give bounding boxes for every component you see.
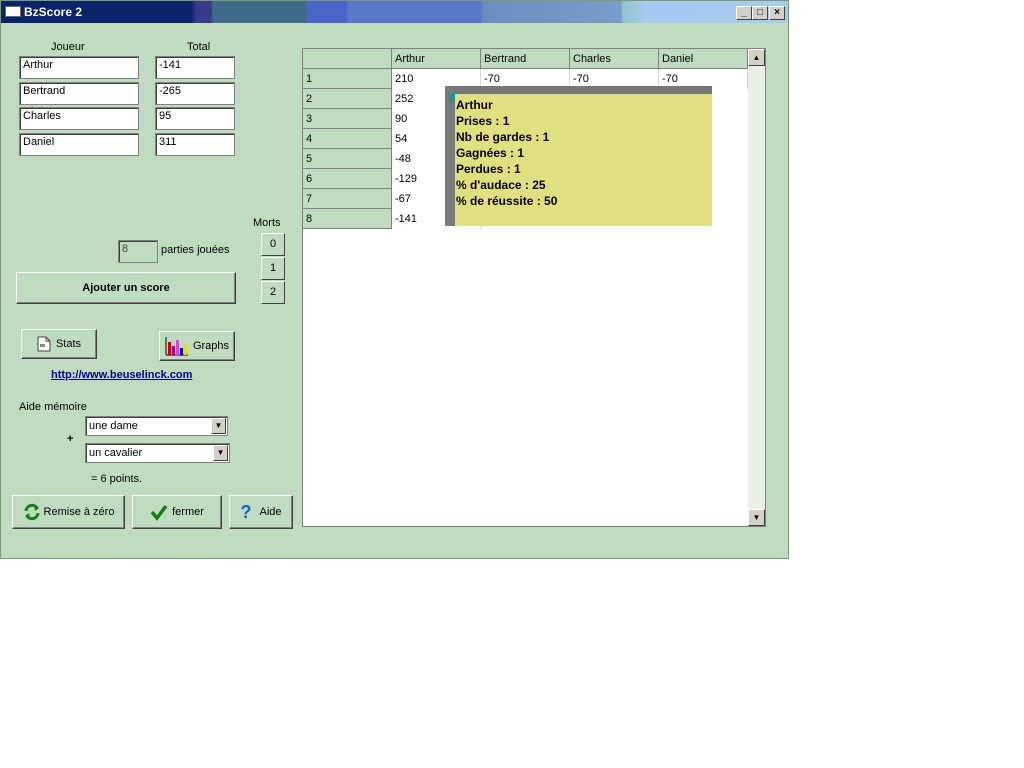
graphs-label: Graphs bbox=[192, 340, 230, 352]
minimize-button[interactable]: _ bbox=[736, 6, 752, 20]
add-score-label: Ajouter un score bbox=[82, 282, 170, 294]
row-header[interactable]: 5 bbox=[303, 149, 392, 169]
add-score-button[interactable]: Ajouter un score bbox=[16, 272, 236, 304]
maximize-button[interactable]: □ bbox=[752, 6, 768, 20]
row-header[interactable]: 6 bbox=[303, 169, 392, 189]
title-bar[interactable]: BzScore 2 _ □ × bbox=[1, 1, 788, 23]
document-icon bbox=[37, 336, 51, 352]
website-link[interactable]: http://www.beuselinck.com bbox=[51, 369, 192, 381]
tooltip-line-audace: % d'audace : 25 bbox=[456, 178, 546, 192]
window-title: BzScore 2 bbox=[24, 5, 83, 19]
player-total-field-2[interactable]: -265 bbox=[155, 82, 235, 105]
column-header-arthur[interactable]: Arthur bbox=[392, 49, 481, 69]
question-mark-icon: ? bbox=[240, 501, 252, 522]
card-select-1-value: une dame bbox=[89, 420, 138, 432]
row-header[interactable]: 7 bbox=[303, 189, 392, 209]
player-column-label: Joueur bbox=[51, 41, 85, 53]
reset-button[interactable]: Remise à zéro bbox=[12, 495, 125, 529]
plus-sign: + bbox=[67, 433, 74, 445]
tooltip-content: Arthur Prises : 1 Nb de gardes : 1 Gagné… bbox=[455, 94, 712, 226]
card-select-1[interactable]: une dame ▼ bbox=[85, 416, 228, 436]
scroll-down-icon[interactable]: ▼ bbox=[748, 509, 765, 526]
grid-corner-header bbox=[303, 49, 392, 69]
row-header[interactable]: 1 bbox=[303, 69, 392, 89]
morts-1-button[interactable]: 1 bbox=[261, 257, 285, 280]
player-total-field-1[interactable]: -141 bbox=[155, 56, 235, 79]
aide-button[interactable]: ? Aide bbox=[229, 495, 293, 529]
checkmark-icon bbox=[150, 504, 168, 521]
games-played-label: parties jouées bbox=[161, 244, 230, 256]
bzscore-window: BzScore 2 _ □ × Joueur Total Arthur -141… bbox=[0, 0, 789, 559]
player-name-field-2[interactable]: Bertrand bbox=[19, 82, 139, 105]
close-window-button[interactable]: × bbox=[769, 6, 785, 20]
vertical-scrollbar[interactable]: ▲ ▼ bbox=[748, 49, 765, 526]
tooltip-line-perdues: Perdues : 1 bbox=[456, 162, 521, 176]
tooltip-line-reussite: % de réussite : 50 bbox=[456, 194, 558, 208]
stats-button[interactable]: Stats bbox=[21, 329, 97, 359]
total-column-label: Total bbox=[187, 41, 211, 53]
player-name-field-3[interactable]: Charles bbox=[19, 107, 139, 130]
tooltip-line-gardes: Nb de gardes : 1 bbox=[456, 130, 550, 144]
aide-memoire-label: Aide mémoire bbox=[19, 401, 87, 413]
player-name-field-4[interactable]: Daniel bbox=[19, 133, 139, 156]
row-header[interactable]: 3 bbox=[303, 109, 392, 129]
player-total-field-4[interactable]: 311 bbox=[155, 133, 235, 156]
row-header[interactable]: 4 bbox=[303, 129, 392, 149]
dropdown-arrow-icon[interactable]: ▼ bbox=[213, 445, 228, 461]
aide-label: Aide bbox=[259, 506, 282, 518]
bar-chart-icon bbox=[165, 337, 188, 356]
player-name-field-1[interactable]: Arthur bbox=[19, 56, 139, 79]
points-result: = 6 points. bbox=[91, 473, 143, 485]
graphs-button[interactable]: Graphs bbox=[159, 331, 235, 361]
app-icon bbox=[5, 6, 21, 17]
card-select-2[interactable]: un cavalier ▼ bbox=[85, 443, 230, 463]
fermer-button[interactable]: fermer bbox=[132, 495, 222, 529]
column-header-charles[interactable]: Charles bbox=[570, 49, 659, 69]
tooltip-line-player: Arthur bbox=[456, 98, 493, 112]
column-header-bertrand[interactable]: Bertrand bbox=[481, 49, 570, 69]
dropdown-arrow-icon[interactable]: ▼ bbox=[211, 418, 226, 434]
row-header[interactable]: 8 bbox=[303, 209, 392, 229]
card-select-2-value: un cavalier bbox=[89, 447, 143, 459]
refresh-icon bbox=[24, 503, 40, 521]
morts-0-button[interactable]: 0 bbox=[261, 233, 285, 256]
tooltip-line-gagnees: Gagnées : 1 bbox=[456, 146, 525, 160]
row-header[interactable]: 2 bbox=[303, 89, 392, 109]
player-stats-tooltip: Arthur Prises : 1 Nb de gardes : 1 Gagné… bbox=[445, 86, 712, 226]
tooltip-line-prises: Prises : 1 bbox=[456, 114, 510, 128]
stats-label: Stats bbox=[55, 338, 82, 350]
scroll-up-icon[interactable]: ▲ bbox=[748, 49, 765, 66]
reset-label: Remise à zéro bbox=[43, 506, 115, 518]
morts-label: Morts bbox=[253, 217, 281, 229]
morts-2-button[interactable]: 2 bbox=[261, 281, 285, 304]
fermer-label: fermer bbox=[172, 506, 204, 518]
player-total-field-3[interactable]: 95 bbox=[155, 107, 235, 130]
games-count-field: 8 bbox=[118, 240, 158, 263]
column-header-daniel[interactable]: Daniel bbox=[659, 49, 748, 69]
